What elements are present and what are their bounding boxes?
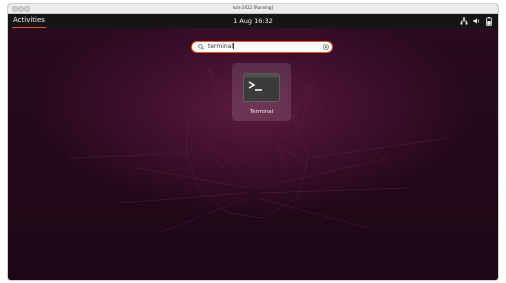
network-icon[interactable] bbox=[460, 17, 468, 25]
window-title: ksis-2022 [Running] bbox=[232, 5, 273, 10]
top-bar: Activities 1 Aug 16:32 bbox=[8, 14, 498, 28]
search-query-text: terminal bbox=[208, 42, 235, 51]
clear-icon[interactable] bbox=[323, 43, 329, 50]
vm-window: ksis-2022 [Running] Activities 1 Aug 16:… bbox=[8, 4, 498, 280]
result-label: Terminal bbox=[249, 109, 274, 115]
search-icon bbox=[198, 43, 204, 50]
volume-icon[interactable] bbox=[473, 17, 481, 25]
search-result-terminal[interactable]: Terminal bbox=[232, 63, 291, 121]
search-input[interactable]: terminal bbox=[191, 41, 333, 53]
clock[interactable]: 1 Aug 16:32 bbox=[8, 15, 498, 27]
system-tray[interactable] bbox=[460, 16, 492, 26]
search-query-value: terminal bbox=[208, 43, 234, 50]
text-caret bbox=[233, 43, 235, 49]
vm-titlebar: ksis-2022 [Running] bbox=[8, 4, 498, 14]
battery-icon[interactable] bbox=[486, 16, 492, 26]
terminal-icon bbox=[243, 73, 280, 102]
guest-desktop: Activities 1 Aug 16:32 terminal Terminal bbox=[8, 14, 498, 280]
